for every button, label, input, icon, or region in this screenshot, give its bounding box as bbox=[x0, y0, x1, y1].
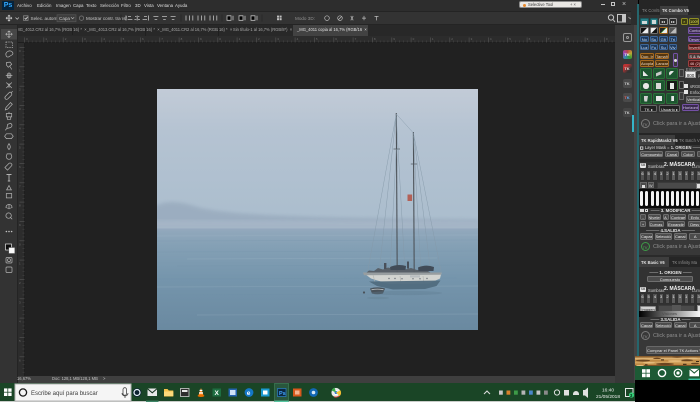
svg-text:16:40: 16:40 bbox=[602, 388, 614, 394]
svg-text:21/05/2018: 21/05/2018 bbox=[596, 394, 620, 400]
svg-text:Escribe aquí para buscar: Escribe aquí para buscar bbox=[31, 391, 98, 397]
svg-text:e: e bbox=[247, 390, 251, 397]
svg-text:Ps: Ps bbox=[279, 391, 286, 397]
svg-text:X: X bbox=[215, 390, 220, 397]
